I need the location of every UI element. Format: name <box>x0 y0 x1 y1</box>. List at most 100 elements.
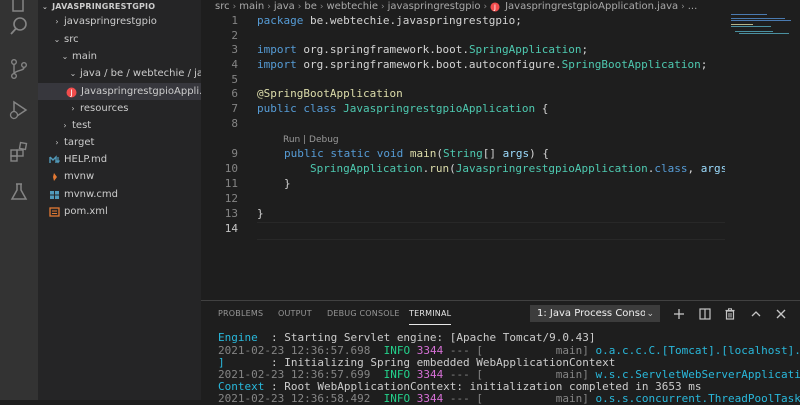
minimap-line <box>739 33 789 34</box>
breadcrumb-javaspringrestgpio[interactable]: javaspringrestgpio <box>388 1 481 12</box>
chevron-right-icon: › <box>297 1 302 12</box>
code-line-7: public class JavaspringrestgpioApplicati… <box>257 102 549 115</box>
explorer-sidebar: ⌄ JAVASPRINGRESTGPIO › javaspringrestgpi… <box>38 0 201 400</box>
chevron-right-icon: › <box>483 1 488 12</box>
line-number: 10 <box>224 162 238 175</box>
line-number: 8 <box>231 117 238 130</box>
tree-item-java-package[interactable]: ⌄ java / be / webtechie / java... <box>38 65 201 82</box>
svg-text:J: J <box>493 2 496 11</box>
tree-item-pom-xml[interactable]: pom.xml <box>38 203 201 220</box>
tree-item-application-java[interactable]: J JavaspringrestgpioAppli... <box>38 83 201 100</box>
split-terminal-icon[interactable] <box>697 306 713 322</box>
java-error-icon: J <box>66 87 78 97</box>
minimap-line <box>731 14 767 15</box>
line-number: 9 <box>231 147 238 160</box>
tab-debug-console[interactable]: DEBUG CONSOLE <box>327 309 400 318</box>
terminal-line: Engine : Starting Servlet engine: [Apach… <box>218 331 596 344</box>
code-line-3: import org.springframework.boot.SpringAp… <box>257 43 589 56</box>
line-number: 13 <box>224 207 238 220</box>
tree-item-mvnw-cmd[interactable]: mvnw.cmd <box>38 186 201 203</box>
trash-icon[interactable] <box>722 306 738 322</box>
chevron-right-icon: › <box>55 17 59 26</box>
source-control-icon[interactable] <box>5 55 33 83</box>
tab-terminal[interactable]: TERMINAL <box>409 309 452 325</box>
search-icon[interactable] <box>5 12 33 40</box>
breadcrumb: src › main › java › be › webtechie › jav… <box>201 0 725 13</box>
chevron-right-icon: › <box>267 1 271 12</box>
line-number: 6 <box>231 87 238 100</box>
extensions-icon[interactable] <box>5 138 33 166</box>
code-editor[interactable]: 1 2 3 4 5 6 7 8 9 10 11 12 13 14 package… <box>201 13 725 300</box>
run-debug-icon[interactable] <box>5 96 33 124</box>
xml-icon <box>49 206 61 217</box>
minimap-line <box>731 18 785 19</box>
tab-problems[interactable]: PROBLEMS <box>218 309 263 318</box>
breadcrumb-main[interactable]: main <box>239 1 264 12</box>
breadcrumb-be[interactable]: be <box>304 1 317 12</box>
chevron-down-icon: ⌄ <box>53 35 61 44</box>
chevron-right-icon: › <box>63 121 67 130</box>
minimap[interactable] <box>725 0 800 300</box>
explorer-title[interactable]: ⌄ JAVASPRINGRESTGPIO <box>42 0 201 13</box>
line-number: 2 <box>231 29 238 42</box>
line-number: 14 <box>224 222 238 235</box>
line-number: 3 <box>231 43 238 56</box>
tree-item-main[interactable]: ⌄ main <box>38 48 201 65</box>
chevron-up-icon[interactable] <box>748 306 764 322</box>
chevron-right-icon: › <box>381 1 385 12</box>
line-number: 5 <box>231 73 238 86</box>
line-number: 12 <box>224 192 238 205</box>
code-line-13: } <box>257 207 264 220</box>
add-terminal-icon[interactable] <box>671 306 687 322</box>
breadcrumb-java[interactable]: java <box>274 1 295 12</box>
codelens-run-debug[interactable]: Run | Debug <box>283 135 339 145</box>
tab-output[interactable]: OUTPUT <box>278 309 312 318</box>
chevron-right-icon: › <box>71 104 75 113</box>
chevron-right-icon: › <box>232 1 237 12</box>
terminal-select[interactable]: 1: Java Process Console ⌄ <box>530 305 660 322</box>
chevron-right-icon: › <box>681 1 685 12</box>
tree-item-help-md[interactable]: HELP.md <box>38 151 201 168</box>
tree-item-src[interactable]: ⌄ src <box>38 31 201 48</box>
minimap-line <box>735 31 773 32</box>
breadcrumb-src[interactable]: src <box>215 1 230 12</box>
code-line-4: import org.springframework.boot.autoconf… <box>257 58 708 71</box>
svg-text:J: J <box>69 88 72 97</box>
testing-icon[interactable] <box>5 178 33 206</box>
activity-bar <box>0 0 38 400</box>
code-line-10: SpringApplication.run(Javaspringrestgpio… <box>310 162 725 175</box>
tree-item-target[interactable]: › target <box>38 134 201 151</box>
code-line-9: public static void main(String[] args) { <box>284 147 549 160</box>
line-number: 4 <box>231 58 238 71</box>
tree-item-javaspringrestgpio[interactable]: › javaspringrestgpio <box>38 13 201 30</box>
java-error-icon: J <box>490 1 502 12</box>
chevron-down-icon: ⌄ <box>61 52 69 61</box>
close-icon[interactable] <box>773 306 789 322</box>
windows-cmd-icon <box>49 190 61 200</box>
code-line-11: } <box>284 177 291 190</box>
chevron-right-icon: › <box>319 1 324 12</box>
chevron-down-icon: ⌄ <box>69 69 77 78</box>
minimap-line <box>731 20 791 21</box>
code-line-6: @SpringBootApplication <box>257 87 403 100</box>
terminal-line: 2021-02-23 12:36:58.492 INFO 3344 --- [ … <box>218 392 800 405</box>
line-number: 1 <box>231 14 238 27</box>
bottom-panel: PROBLEMS OUTPUT DEBUG CONSOLE TERMINAL 1… <box>201 300 800 405</box>
line-number: 11 <box>224 177 238 190</box>
markdown-icon <box>49 154 61 165</box>
script-icon <box>49 172 61 182</box>
line-number: 7 <box>231 102 238 115</box>
tree-item-resources[interactable]: › resources <box>38 100 201 117</box>
chevron-down-icon: ⌄ <box>42 2 49 11</box>
breadcrumb-file[interactable]: JavaspringrestgpioApplication.java <box>505 1 678 12</box>
minimap-line <box>731 24 753 25</box>
code-line-1: package be.webtechie.javaspringrestgpio; <box>257 14 522 27</box>
current-line-highlight <box>257 222 725 240</box>
chevron-right-icon: › <box>55 138 59 147</box>
minimap-line <box>731 26 771 27</box>
breadcrumb-webtechie[interactable]: webtechie <box>327 1 379 12</box>
chevron-down-icon: ⌄ <box>646 308 654 319</box>
tree-item-mvnw[interactable]: mvnw <box>38 168 201 185</box>
breadcrumb-more[interactable]: ... <box>688 1 698 12</box>
tree-item-test[interactable]: › test <box>38 117 201 134</box>
